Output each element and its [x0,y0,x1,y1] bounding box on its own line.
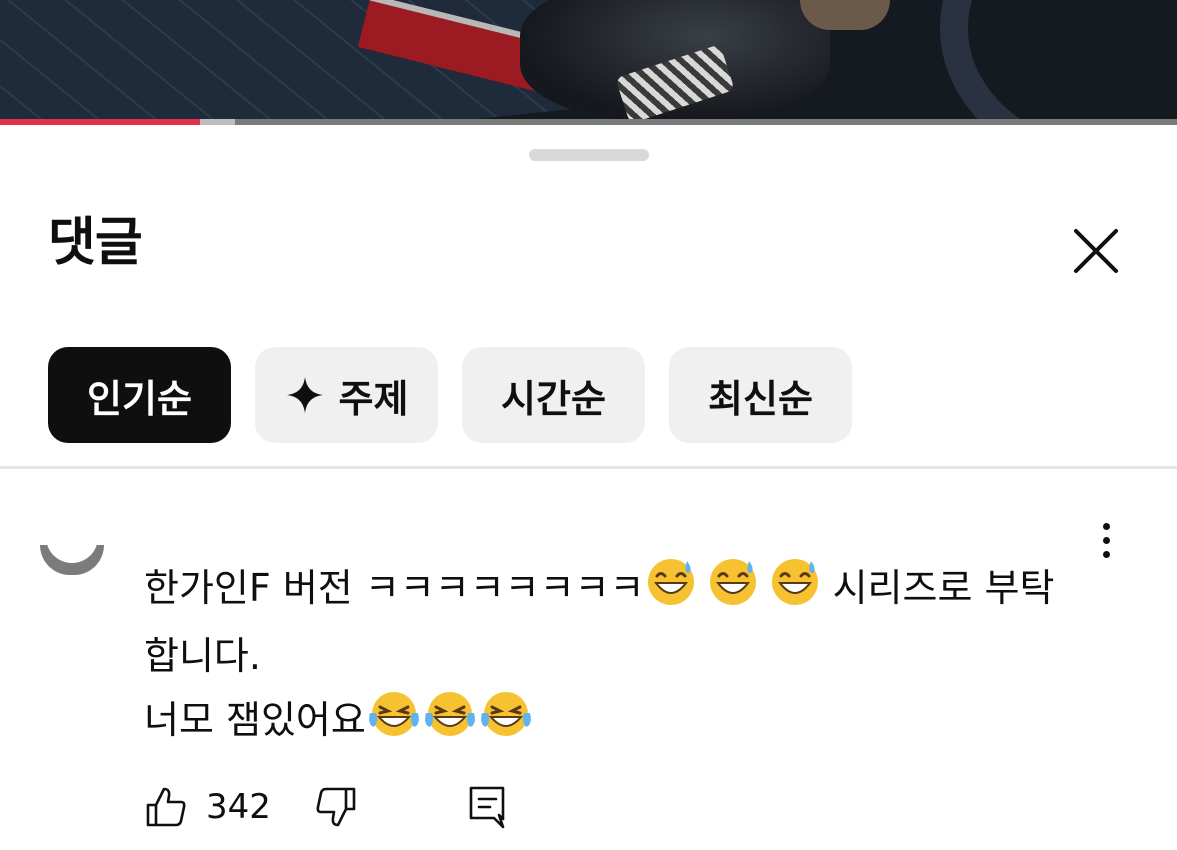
face-with-tears-of-joy-icon [478,687,534,757]
comment-text-part: 시리즈로 부탁 [820,566,1055,610]
reply-button[interactable] [466,777,512,837]
comments-title: 댓글 [48,213,143,273]
reply-icon [469,786,505,829]
like-button[interactable] [144,777,190,837]
sparkle-icon [285,375,325,415]
chip-newest[interactable]: 최신순 [669,347,852,443]
video-player[interactable] [0,0,1177,125]
close-button[interactable] [1066,221,1126,281]
more-vert-icon [1102,522,1110,530]
video-frame-hand [800,0,890,30]
chip-topics-label: 주제 [338,376,409,421]
chip-popular[interactable]: 인기순 [48,347,231,443]
thumbs-down-icon [316,787,356,827]
comment-text-part: 한가인F 버전 ㅋㅋㅋㅋㅋㅋㅋㅋ [144,566,645,610]
like-count: 342 [206,787,271,827]
chip-by-time-label: 시간순 [501,376,606,421]
avatar[interactable] [40,545,104,575]
grinning-face-with-sweat-icon [769,555,821,625]
divider [0,466,1177,469]
chip-by-time[interactable]: 시간순 [462,347,645,443]
close-icon [1074,229,1118,273]
comment-actions: 342 [144,777,644,837]
comment-text: 한가인F 버전 ㅋㅋㅋㅋㅋㅋㅋㅋ 시리즈로 부탁 합니다. 너모 잼있어요 [144,555,1104,757]
chip-newest-label: 최신순 [708,376,813,421]
face-with-tears-of-joy-icon [422,687,478,757]
drag-handle[interactable] [529,149,649,161]
comment-text-part: 너모 잼있어요 [144,698,366,742]
chip-popular-label: 인기순 [87,376,192,421]
video-frame-steering-wheel [940,0,1177,125]
grinning-face-with-sweat-icon [707,555,759,625]
face-with-tears-of-joy-icon [366,687,422,757]
grinning-face-with-sweat-icon [645,555,697,625]
dislike-button[interactable] [314,777,360,837]
comment-text-part: 합니다. [144,634,261,678]
chip-topics[interactable]: 주제 [255,347,438,443]
thumbs-up-icon [146,787,186,827]
comments-sheet: 댓글 인기순 주제 시간순 최신순 한가인F 버전 ㅋㅋㅋㅋㅋㅋㅋㅋ 시리즈로 … [0,125,1177,850]
